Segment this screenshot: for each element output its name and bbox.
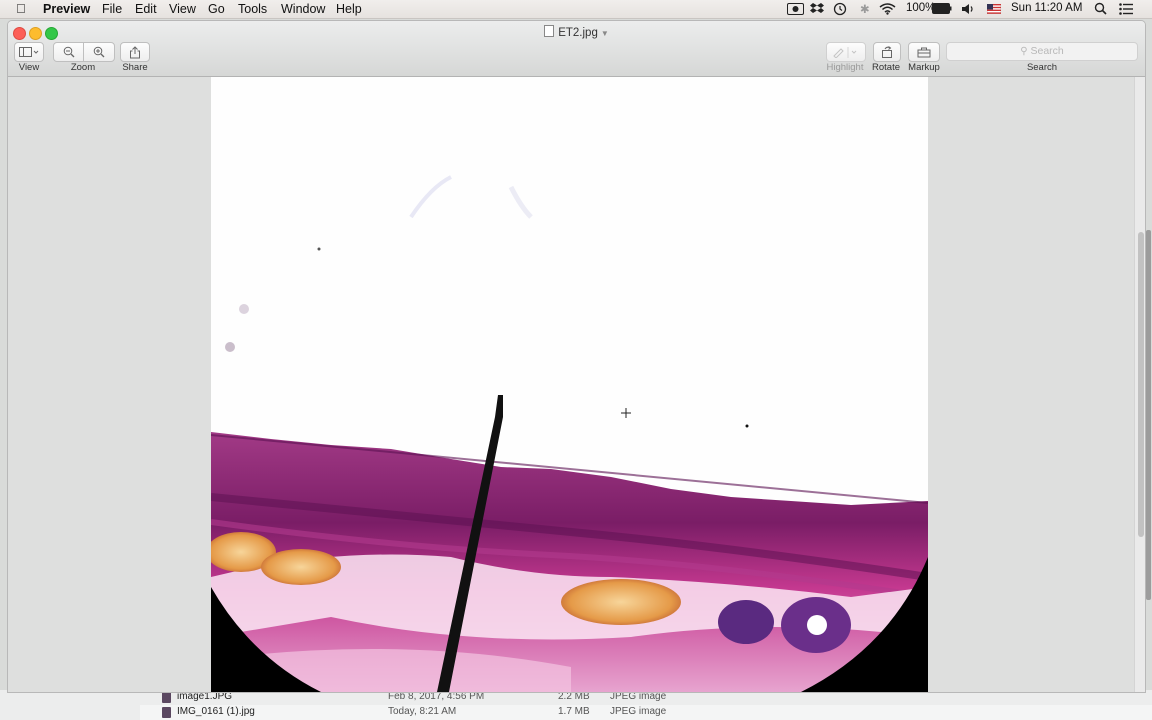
us-flag-icon[interactable] — [987, 4, 1001, 14]
histology-image[interactable] — [211, 77, 928, 692]
notification-center-icon[interactable] — [1119, 3, 1134, 15]
chevron-down-icon: ▼ — [600, 29, 609, 38]
share-button[interactable] — [120, 42, 150, 62]
view-label: View — [18, 62, 40, 73]
background-scrollbar — [1146, 230, 1151, 600]
search-placeholder: Search — [1030, 45, 1064, 57]
wifi-icon[interactable] — [879, 2, 896, 15]
rotate-label: Rotate — [872, 62, 900, 73]
highlighter-icon — [833, 46, 857, 58]
battery-percent: 100% — [906, 2, 936, 14]
menu-go[interactable]: Go — [208, 2, 225, 16]
background-finder-list: image1.JPG Feb 8, 2017, 4:56 PM 2.2 MB J… — [0, 690, 1152, 720]
title-bar: ET2.jpg ▼ View Zoom Share Highlight Rota… — [8, 21, 1145, 77]
share-icon — [130, 45, 140, 58]
zoom-in-button[interactable] — [83, 42, 115, 62]
search-input[interactable]: ⚲ Search — [946, 42, 1138, 61]
time-machine-icon[interactable] — [833, 2, 847, 16]
document-title-text: ET2.jpg — [558, 27, 598, 39]
screen-record-icon[interactable] — [787, 3, 804, 15]
micrograph — [211, 77, 928, 692]
menu-window[interactable]: Window — [281, 2, 325, 16]
share-label: Share — [122, 62, 148, 73]
battery-icon[interactable] — [932, 3, 952, 14]
file-date: Today, 8:21 AM — [388, 706, 457, 717]
highlight-button[interactable] — [826, 42, 866, 62]
file-size: 1.7 MB — [558, 706, 590, 717]
menu-file[interactable]: File — [102, 2, 122, 16]
spotlight-search-icon[interactable] — [1094, 2, 1107, 15]
zoom-out-icon — [63, 46, 75, 58]
zoom-in-icon — [93, 46, 105, 58]
highlight-label: Highlight — [826, 62, 864, 73]
file-name: IMG_0161 (1).jpg — [177, 706, 255, 717]
toolbox-icon — [917, 47, 931, 58]
preview-window: ET2.jpg ▼ View Zoom Share Highlight Rota… — [7, 20, 1146, 693]
markup-label: Markup — [908, 62, 940, 73]
document-title[interactable]: ET2.jpg ▼ — [8, 25, 1145, 39]
document-area — [8, 77, 1145, 692]
menu-tools[interactable]: Tools — [238, 2, 267, 16]
vertical-scrollbar[interactable] — [1134, 77, 1145, 692]
rotate-button[interactable] — [873, 42, 901, 62]
apple-menu-icon[interactable]:  — [16, 1, 26, 16]
image-file-icon — [162, 707, 171, 718]
volume-icon[interactable] — [961, 3, 975, 15]
zoom-out-button[interactable] — [53, 42, 85, 62]
file-kind: JPEG image — [610, 706, 667, 717]
markup-button[interactable] — [908, 42, 940, 62]
menu-edit[interactable]: Edit — [135, 2, 157, 16]
zoom-label: Zoom — [70, 62, 96, 73]
app-menu[interactable]: Preview — [43, 2, 90, 16]
scrollbar-thumb[interactable] — [1138, 232, 1144, 537]
menu-bar:  Preview File Edit View Go Tools Window… — [0, 0, 1152, 19]
menu-view[interactable]: View — [169, 2, 196, 16]
view-button[interactable] — [14, 42, 44, 62]
image-file-icon — [162, 692, 171, 703]
bluetooth-icon[interactable]: ✱ — [860, 2, 870, 16]
search-icon: ⚲ — [1020, 46, 1028, 57]
document-icon — [544, 25, 555, 37]
search-label: Search — [1026, 62, 1058, 73]
menubar-clock[interactable]: Sun 11:20 AM — [1011, 2, 1082, 14]
rotate-icon — [882, 46, 892, 58]
menu-help[interactable]: Help — [336, 2, 362, 16]
finder-row[interactable]: IMG_0161 (1).jpg Today, 8:21 AM 1.7 MB J… — [140, 705, 1152, 720]
dropbox-icon[interactable] — [810, 2, 824, 15]
sidebar-icon — [19, 46, 39, 57]
